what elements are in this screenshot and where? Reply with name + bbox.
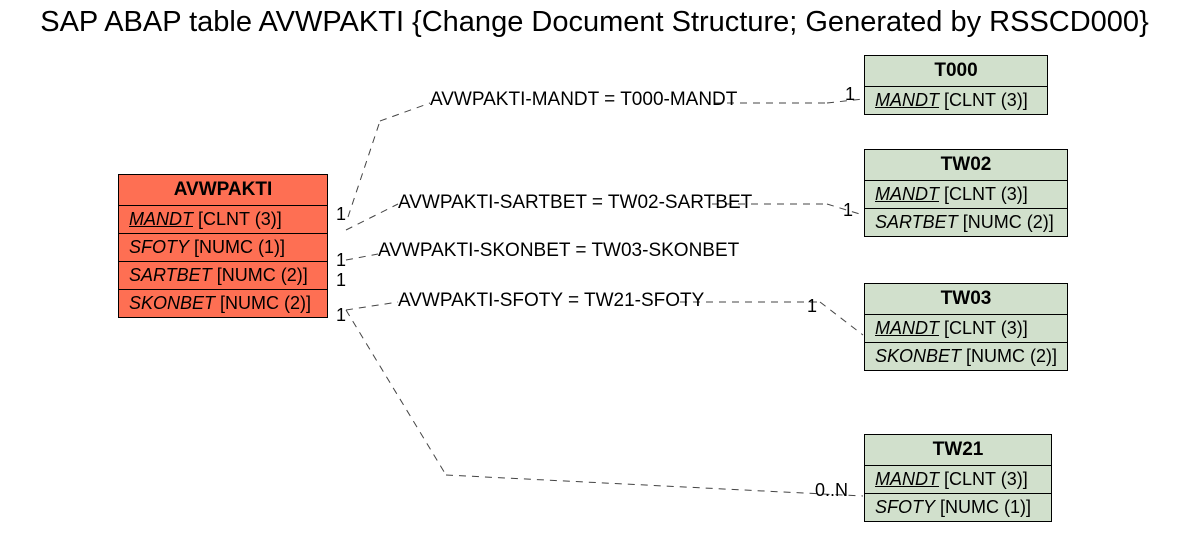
field-name: MANDT [875, 90, 939, 110]
entity-row: MANDT [CLNT (3)] [865, 181, 1067, 209]
field-type: [NUMC (2)] [220, 293, 311, 313]
cardinality: 1 [336, 204, 346, 225]
entity-t000: T000 MANDT [CLNT (3)] [864, 55, 1048, 115]
cardinality: 1 [845, 84, 855, 105]
entity-avwpakti-header: AVWPAKTI [119, 175, 327, 206]
field-type: [NUMC (2)] [963, 212, 1054, 232]
field-name: SFOTY [129, 237, 189, 257]
entity-tw03: TW03 MANDT [CLNT (3)] SKONBET [NUMC (2)] [864, 283, 1068, 371]
cardinality: 1 [336, 305, 346, 326]
cardinality: 1 [336, 270, 346, 291]
entity-row: MANDT [CLNT (3)] [865, 315, 1067, 343]
entity-tw21-header: TW21 [865, 435, 1051, 466]
entity-t000-header: T000 [865, 56, 1047, 87]
relation-label: AVWPAKTI-SARTBET = TW02-SARTBET [398, 192, 752, 214]
entity-row: MANDT [CLNT (3)] [865, 87, 1047, 114]
entity-row: SARTBET [NUMC (2)] [119, 262, 327, 290]
entity-row: SKONBET [NUMC (2)] [119, 290, 327, 317]
entity-row: SFOTY [NUMC (1)] [865, 494, 1051, 521]
field-type: [NUMC (1)] [940, 497, 1031, 517]
entity-tw02: TW02 MANDT [CLNT (3)] SARTBET [NUMC (2)] [864, 149, 1068, 237]
field-name: MANDT [875, 318, 939, 338]
entity-row: SARTBET [NUMC (2)] [865, 209, 1067, 236]
field-type: [CLNT (3)] [944, 469, 1028, 489]
cardinality: 1 [807, 296, 817, 317]
cardinality: 0..N [815, 480, 848, 501]
field-name: SARTBET [875, 212, 958, 232]
entity-row: MANDT [CLNT (3)] [119, 206, 327, 234]
page-title: SAP ABAP table AVWPAKTI {Change Document… [0, 6, 1189, 39]
field-type: [CLNT (3)] [944, 318, 1028, 338]
field-name: SFOTY [875, 497, 935, 517]
entity-tw21: TW21 MANDT [CLNT (3)] SFOTY [NUMC (1)] [864, 434, 1052, 522]
cardinality: 1 [336, 250, 346, 271]
field-type: [NUMC (2)] [966, 346, 1057, 366]
entity-tw02-header: TW02 [865, 150, 1067, 181]
field-type: [CLNT (3)] [944, 184, 1028, 204]
field-type: [CLNT (3)] [944, 90, 1028, 110]
field-name: SARTBET [129, 265, 212, 285]
relation-label: AVWPAKTI-SFOTY = TW21-SFOTY [398, 290, 704, 312]
entity-tw03-header: TW03 [865, 284, 1067, 315]
field-type: [NUMC (2)] [217, 265, 308, 285]
field-name: MANDT [875, 469, 939, 489]
entity-avwpakti: AVWPAKTI MANDT [CLNT (3)] SFOTY [NUMC (1… [118, 174, 328, 318]
entity-row: MANDT [CLNT (3)] [865, 466, 1051, 494]
field-type: [CLNT (3)] [198, 209, 282, 229]
field-name: MANDT [129, 209, 193, 229]
field-name: MANDT [875, 184, 939, 204]
cardinality: 1 [843, 200, 853, 221]
relation-label: AVWPAKTI-SKONBET = TW03-SKONBET [378, 240, 739, 262]
entity-row: SKONBET [NUMC (2)] [865, 343, 1067, 370]
field-name: SKONBET [875, 346, 961, 366]
field-name: SKONBET [129, 293, 215, 313]
relation-label: AVWPAKTI-MANDT = T000-MANDT [430, 89, 737, 111]
entity-row: SFOTY [NUMC (1)] [119, 234, 327, 262]
field-type: [NUMC (1)] [194, 237, 285, 257]
